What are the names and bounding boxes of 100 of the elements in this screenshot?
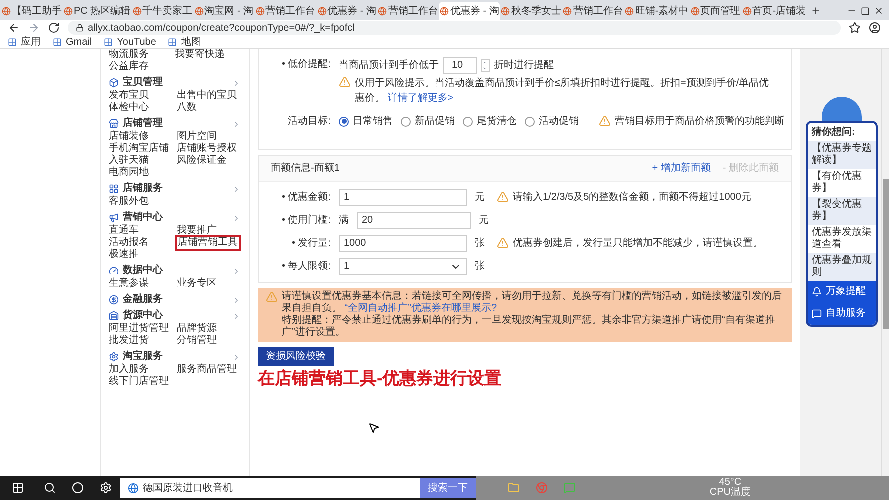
sidebar-link[interactable]: 客服外包: [109, 196, 149, 208]
field-label: • 低价提醒:: [280, 58, 331, 72]
sidebar-link[interactable]: 直通车: [109, 225, 139, 237]
group-icon: [109, 311, 119, 321]
sidebar-link[interactable]: 加入服务: [109, 364, 149, 376]
radio-icon[interactable]: [525, 116, 535, 126]
sidebar-link[interactable]: 服务商品管理: [177, 364, 237, 376]
question-link[interactable]: 【优惠券专题解读】: [808, 141, 876, 169]
reload-icon[interactable]: [48, 22, 60, 34]
radio-icon[interactable]: [463, 116, 473, 126]
question-link[interactable]: 【裂变优惠券】: [808, 197, 876, 225]
app-icon[interactable]: [100, 482, 112, 494]
chevron-right-icon[interactable]: [232, 352, 241, 362]
sidebar-link[interactable]: 手机淘宝店铺: [109, 143, 169, 155]
chevron-right-icon[interactable]: [232, 184, 241, 194]
sidebar-link[interactable]: 入驻天猫: [109, 155, 149, 167]
warning-icon: [497, 237, 509, 249]
sidebar-group-title[interactable]: 货源中心: [123, 310, 228, 322]
taskbar-search-button[interactable]: 搜索一下: [420, 478, 476, 498]
details-link[interactable]: 详情了解更多>: [388, 93, 454, 104]
sidebar-link[interactable]: 电商园地: [109, 167, 149, 179]
browser-tab[interactable]: 优惠券 - 淘: [439, 2, 500, 20]
chevron-right-icon[interactable]: [232, 266, 241, 276]
chat-icon[interactable]: [564, 482, 576, 494]
start-icon[interactable]: [12, 482, 24, 494]
sidebar-group-title[interactable]: 营销中心: [123, 212, 228, 224]
profile-icon[interactable]: [869, 22, 881, 34]
radio-option[interactable]: 日常销售: [339, 114, 393, 129]
sidebar-link[interactable]: 分销管理: [177, 335, 217, 347]
warning-icon: [599, 115, 611, 127]
forward-icon[interactable]: [28, 22, 40, 34]
sidebar-group-title[interactable]: 金融服务: [123, 294, 228, 306]
sidebar-link[interactable]: 我要推广: [177, 225, 217, 237]
chevron-right-icon[interactable]: [232, 78, 241, 88]
input-field[interactable]: 1: [339, 189, 467, 206]
search-icon[interactable]: [44, 482, 56, 494]
task-view-icon[interactable]: [72, 482, 84, 494]
sidebar-group-title[interactable]: 数据中心: [123, 265, 228, 277]
new-tab-icon[interactable]: [811, 6, 822, 16]
sidebar-link[interactable]: 店铺账号授权: [177, 143, 237, 155]
input-field[interactable]: 1000: [339, 235, 467, 252]
sidebar-link[interactable]: 八数: [177, 102, 197, 114]
temperature-text: 45°C: [719, 478, 742, 488]
input-field[interactable]: 20: [357, 212, 471, 229]
sidebar-link[interactable]: 业务专区: [177, 278, 217, 290]
maximize-icon[interactable]: [861, 7, 870, 16]
tab-favicon-icon: [378, 6, 388, 16]
sidebar-link[interactable]: 图片空间: [177, 131, 217, 143]
sidebar-group-title[interactable]: 店铺管理: [123, 118, 228, 130]
taskbar-search-field[interactable]: 德国原装进口收音机: [120, 478, 420, 498]
sidebar-link[interactable]: 风险保证金: [177, 155, 227, 167]
limit-select[interactable]: 1: [339, 258, 467, 275]
radio-icon[interactable]: [401, 116, 411, 126]
group-icon: [109, 213, 119, 223]
sidebar-link[interactable]: 阿里进货管理: [109, 323, 169, 335]
sidebar-link[interactable]: 生意参谋: [109, 278, 149, 290]
field-text: 折时进行提醒: [494, 58, 554, 73]
radio-icon[interactable]: [339, 116, 349, 126]
sidebar-link[interactable]: 店铺装修: [109, 131, 149, 143]
risk-check-button[interactable]: 资损风险校验: [258, 347, 334, 366]
sidebar-group-title[interactable]: 宝贝管理: [123, 77, 228, 89]
sidebar-link[interactable]: 极速推: [109, 249, 139, 261]
bookmark-link[interactable]: Gmail: [66, 34, 92, 50]
panel-title: 面额信息-面额1: [271, 162, 341, 176]
folder-icon[interactable]: [508, 482, 520, 494]
back-icon[interactable]: [8, 22, 20, 34]
bookmark-icon: [8, 38, 17, 46]
warning-text: 营销目标用于商品价格预警的功能判断: [615, 114, 785, 129]
sidebar-link[interactable]: 品牌货源: [177, 323, 217, 335]
radio-option[interactable]: 新品促销: [401, 114, 455, 129]
discount-field[interactable]: 10: [443, 57, 477, 74]
helper-action-button[interactable]: 自助服务: [808, 303, 876, 325]
address-field[interactable]: allyx.taobao.com/coupon/create?couponType=0#/?_k=fpofcl: [68, 21, 841, 35]
chevron-right-icon[interactable]: [232, 214, 241, 222]
question-link[interactable]: 优惠券叠加规则: [808, 253, 876, 281]
sidebar-group-title[interactable]: 店铺服务: [123, 183, 228, 195]
helper-action-button[interactable]: 万象提醒: [808, 281, 876, 303]
bookmark-star-icon[interactable]: [849, 22, 861, 34]
sidebar-link[interactable]: 活动报名: [109, 237, 149, 249]
stepper-icon[interactable]: [481, 59, 490, 72]
sidebar-link[interactable]: 批发进货: [109, 335, 149, 347]
sidebar-link[interactable]: 出售中的宝贝: [177, 90, 237, 102]
sidebar-link[interactable]: 线下门店管理: [109, 376, 169, 388]
sidebar-link[interactable]: 店铺营销工具: [177, 237, 239, 249]
tab-favicon-icon: [742, 6, 752, 16]
sidebar-group-title[interactable]: 淘宝服务: [123, 351, 228, 363]
sidebar-link[interactable]: 发布宝贝: [109, 90, 149, 102]
add-denomination-link[interactable]: + 增加新面额: [652, 161, 711, 176]
radio-option[interactable]: 活动促销: [525, 114, 579, 129]
close-icon[interactable]: [874, 6, 884, 16]
banner-link[interactable]: “全网自动推广”优惠券在哪里展示?: [344, 303, 498, 314]
sidebar-link[interactable]: 体检中心: [109, 102, 149, 114]
radio-option[interactable]: 尾货清仓: [463, 114, 517, 129]
sidebar-link[interactable]: 公益库存: [109, 61, 175, 73]
bookmark-link[interactable]: YouTube: [117, 34, 156, 50]
warning-icon: [266, 291, 278, 303]
temperature-label: CPU温度: [710, 488, 751, 498]
bookmark-link[interactable]: 应用: [21, 34, 41, 50]
chevron-right-icon[interactable]: [232, 120, 241, 128]
bookmark-link[interactable]: 地图: [181, 34, 202, 50]
